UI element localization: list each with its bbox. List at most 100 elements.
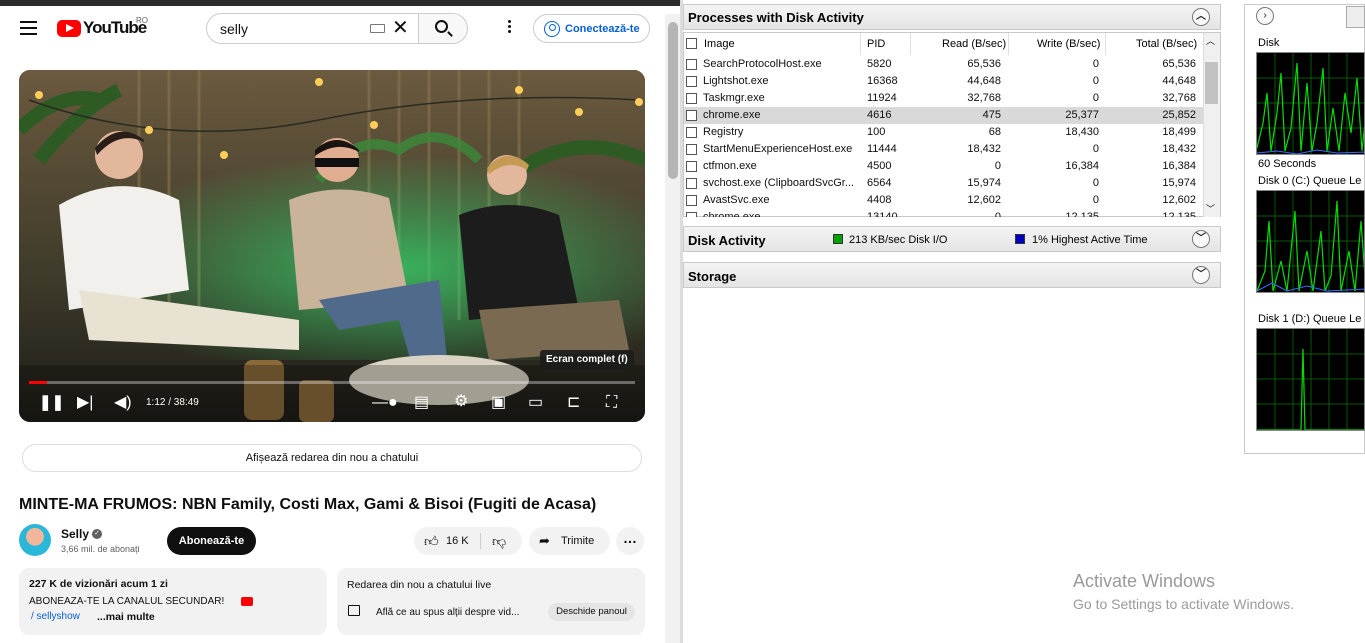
description-handle-link[interactable]: / sellyshow bbox=[31, 611, 80, 622]
active-time-legend-swatch bbox=[1015, 234, 1025, 244]
column-total[interactable]: Total (B/sec) bbox=[1136, 38, 1197, 50]
miniplayer-icon[interactable]: ▣ bbox=[491, 395, 506, 411]
browser-top-strip bbox=[0, 0, 680, 6]
volume-icon[interactable]: ◀) bbox=[114, 395, 132, 411]
disk1-queue-label: Disk 1 (D:) Queue Le bbox=[1258, 313, 1362, 325]
subtitles-icon[interactable]: ▤ bbox=[414, 395, 429, 411]
open-panel-button[interactable]: Deschide panoul bbox=[548, 603, 635, 621]
table-row[interactable]: AvastSvc.exe 4408 12,602 0 12,602 bbox=[684, 192, 1203, 209]
cell-image: SearchProtocolHost.exe bbox=[703, 58, 822, 70]
channel-avatar[interactable] bbox=[19, 524, 51, 556]
table-row[interactable]: chrome.exe 4616 475 25,377 25,852 bbox=[684, 107, 1203, 124]
show-more-link[interactable]: ...mai multe bbox=[97, 611, 155, 623]
cell-write: 0 bbox=[1092, 143, 1099, 155]
cell-total: 12,135 bbox=[1162, 211, 1196, 217]
cell-image: Registry bbox=[703, 126, 744, 138]
video-progress-played bbox=[29, 381, 47, 384]
pause-icon[interactable]: ❚❚ bbox=[39, 395, 64, 411]
thumbs-down-icon[interactable]: 👎︎ bbox=[492, 533, 506, 550]
processes-scrollbar[interactable] bbox=[1203, 33, 1220, 217]
storage-expand-chevron-icon[interactable]: ﹀ bbox=[1192, 266, 1210, 284]
video-time: 1:12 / 38:49 bbox=[146, 397, 199, 408]
column-read[interactable]: Read (B/sec) bbox=[942, 38, 1006, 50]
select-all-checkbox[interactable] bbox=[686, 38, 697, 49]
share-arrow-icon: ➦ bbox=[539, 533, 550, 548]
cell-pid: 5820 bbox=[867, 58, 892, 70]
thumbs-up-icon[interactable]: 👍︎ bbox=[424, 533, 439, 550]
search-query[interactable]: selly bbox=[220, 21, 248, 37]
row-checkbox[interactable] bbox=[686, 161, 697, 172]
country-code: RO bbox=[136, 16, 148, 25]
disk-activity-panel-header[interactable]: Disk Activity 213 KB/sec Disk I/O 1% Hig… bbox=[683, 226, 1221, 252]
next-icon[interactable]: ▶| bbox=[77, 395, 93, 411]
expand-chevron-icon[interactable]: ﹀ bbox=[1192, 230, 1210, 248]
row-checkbox[interactable] bbox=[686, 144, 697, 155]
video-progress-bar[interactable] bbox=[29, 381, 635, 384]
row-checkbox[interactable] bbox=[686, 93, 697, 104]
cell-total: 65,536 bbox=[1162, 58, 1196, 70]
cell-pid: 4500 bbox=[867, 160, 892, 172]
video-title: MINTE-MA FRUMOS: NBN Family, Costi Max, … bbox=[19, 496, 597, 513]
table-row[interactable]: Taskmgr.exe 11924 32,768 0 32,768 bbox=[684, 90, 1203, 107]
channel-name[interactable]: Selly bbox=[61, 527, 89, 541]
fullscreen-icon[interactable]: ⛶ bbox=[606, 395, 617, 411]
column-write[interactable]: Write (B/sec) bbox=[1037, 38, 1100, 50]
menu-icon[interactable] bbox=[20, 21, 37, 35]
table-row[interactable]: chrome.exe 13140 0 12,135 12,135 bbox=[684, 209, 1203, 217]
video-player[interactable] bbox=[19, 70, 645, 422]
cell-image: chrome.exe bbox=[703, 211, 761, 217]
subscribe-button[interactable]: Abonează-te bbox=[167, 527, 256, 555]
column-image[interactable]: Image bbox=[704, 38, 735, 50]
scroll-down-icon[interactable]: ﹀ bbox=[1206, 202, 1215, 215]
disk0-queue-label: Disk 0 (C:) Queue Le bbox=[1258, 175, 1362, 187]
row-checkbox[interactable] bbox=[686, 195, 697, 206]
cell-pid: 11444 bbox=[867, 143, 897, 155]
cell-write: 0 bbox=[1092, 92, 1099, 104]
views-dropdown[interactable] bbox=[1346, 6, 1365, 28]
cell-read: 44,648 bbox=[967, 75, 1001, 87]
row-checkbox[interactable] bbox=[686, 127, 697, 138]
cell-pid: 16368 bbox=[867, 75, 898, 87]
processes-panel-title: Processes with Disk Activity bbox=[688, 10, 864, 25]
autoplay-toggle-icon[interactable]: —● bbox=[372, 395, 398, 411]
row-checkbox[interactable] bbox=[686, 76, 697, 87]
disk-io-value: 213 KB/sec Disk I/O bbox=[849, 234, 948, 246]
graph-time-span: 60 Seconds bbox=[1258, 158, 1317, 170]
table-row[interactable]: SearchProtocolHost.exe 5820 65,536 0 65,536 bbox=[684, 56, 1203, 73]
clear-search-icon[interactable]: ✕ bbox=[392, 18, 409, 38]
scroll-up-icon[interactable]: ︿ bbox=[1206, 34, 1215, 47]
storage-panel-header[interactable]: Storage ﹀ bbox=[683, 262, 1221, 288]
row-checkbox[interactable] bbox=[686, 212, 697, 217]
cell-total: 18,432 bbox=[1162, 143, 1196, 155]
cell-image: ctfmon.exe bbox=[703, 160, 757, 172]
storage-title: Storage bbox=[688, 269, 737, 284]
show-chat-replay-button[interactable]: Afișează redarea din nou a chatului bbox=[22, 444, 642, 472]
collapse-chevron-icon[interactable]: ︿ bbox=[1192, 8, 1210, 26]
cast-icon[interactable]: ⊏ bbox=[567, 395, 580, 411]
cell-image: svchost.exe (ClipboardSvcGr... bbox=[703, 177, 855, 189]
table-row[interactable]: StartMenuExperienceHost.exe 11444 18,432 0 1… bbox=[684, 141, 1203, 158]
theater-mode-icon[interactable]: ▭ bbox=[528, 395, 543, 411]
keyboard-icon[interactable] bbox=[370, 24, 385, 33]
cell-write: 0 bbox=[1092, 177, 1099, 189]
page-scrollbar-thumb[interactable] bbox=[668, 22, 678, 179]
more-options-icon[interactable] bbox=[508, 20, 512, 35]
row-checkbox[interactable] bbox=[686, 178, 697, 189]
table-row[interactable]: svchost.exe (ClipboardSvcGr... 6564 15,974… bbox=[684, 175, 1203, 192]
youtube-logo[interactable]: YouTube bbox=[57, 18, 147, 38]
table-row[interactable]: Lightshot.exe 16368 44,648 0 44,648 bbox=[684, 73, 1203, 90]
processes-panel-header[interactable]: Processes with Disk Activity ︿ bbox=[683, 4, 1221, 30]
cell-write: 12,135 bbox=[1065, 211, 1099, 217]
graphs-expand-arrow-icon[interactable]: › bbox=[1256, 7, 1274, 25]
processes-scrollbar-thumb[interactable] bbox=[1205, 62, 1218, 104]
settings-gear-icon[interactable]: ⚙ bbox=[454, 394, 468, 410]
like-divider bbox=[480, 533, 481, 549]
sign-in-button[interactable]: Conectează-te bbox=[533, 14, 650, 43]
row-checkbox[interactable] bbox=[686, 59, 697, 70]
more-actions-button[interactable]: … bbox=[616, 527, 644, 555]
column-pid[interactable]: PID bbox=[867, 38, 885, 50]
table-row[interactable]: ctfmon.exe 4500 0 16,384 16,384 bbox=[684, 158, 1203, 175]
table-row[interactable]: Registry 100 68 18,430 18,499 bbox=[684, 124, 1203, 141]
row-checkbox[interactable] bbox=[686, 110, 697, 121]
like-count[interactable]: 16 K bbox=[446, 535, 469, 547]
